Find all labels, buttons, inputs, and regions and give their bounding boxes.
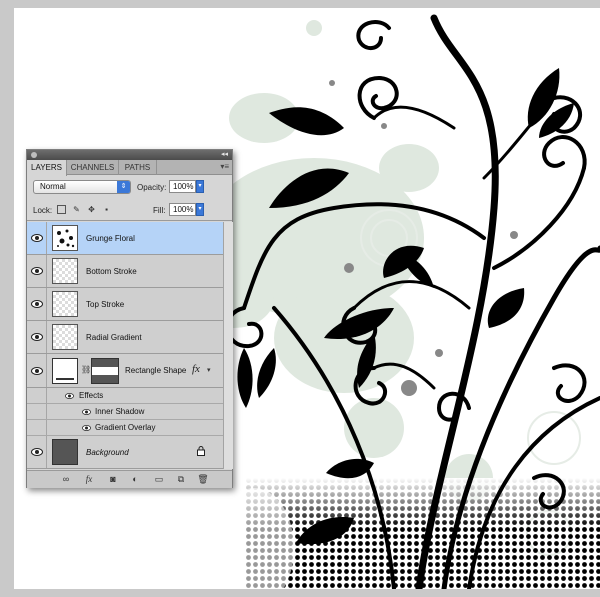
eye-icon[interactable] (31, 448, 43, 456)
group-folder-icon[interactable]: ▭ (153, 474, 165, 485)
link-icon[interactable]: ∞ (59, 474, 73, 485)
lock-all-icon[interactable]: ▪ (102, 205, 111, 214)
fill-dropdown-icon[interactable]: ▾ (196, 203, 204, 216)
layer-name: Background (86, 448, 129, 457)
layer-rectangle-shape[interactable]: ⛓ Rectangle Shape fx ▾ (27, 354, 223, 388)
effects-row[interactable]: Effects (27, 388, 223, 404)
effect-label: Gradient Overlay (95, 423, 156, 432)
eye-icon[interactable] (31, 300, 43, 308)
fill-input[interactable]: 100% (169, 203, 196, 216)
layer-grunge-floral[interactable]: Grunge Floral (27, 222, 223, 255)
panel-titlebar[interactable]: ◂◂ (27, 150, 232, 160)
shape-fill-thumbnail (52, 358, 78, 384)
panel-menu-icon[interactable]: ▾≡ (220, 162, 229, 171)
effects-label: Effects (79, 391, 104, 400)
tab-paths[interactable]: PATHS (119, 160, 157, 175)
close-icon[interactable] (31, 152, 37, 158)
lock-paint-icon[interactable]: ✎ (72, 205, 81, 214)
layers-list: Grunge Floral Bottom Stroke Top Stroke R… (27, 222, 223, 469)
chain-link-icon[interactable]: ⛓ (81, 365, 91, 374)
panel-bottom-toolbar: ∞ fx ◙ ◐ ▭ ⧉ 🗑 (27, 470, 232, 488)
vector-mask-thumbnail[interactable] (91, 358, 119, 384)
trash-icon[interactable]: 🗑 (197, 474, 209, 485)
tab-channels[interactable]: CHANNELS (67, 160, 119, 175)
opacity-label: Opacity: (137, 183, 167, 192)
eye-icon[interactable] (31, 234, 43, 242)
fx-icon[interactable]: fx (82, 474, 96, 485)
eye-icon[interactable] (31, 333, 43, 341)
opacity-dropdown-icon[interactable]: ▾ (196, 180, 204, 193)
mask-icon[interactable]: ◙ (107, 474, 119, 485)
tab-layers[interactable]: LAYERS (27, 160, 67, 176)
eye-cell (27, 420, 47, 435)
grunge-splatter (194, 20, 493, 502)
effect-label: Inner Shadow (95, 407, 145, 416)
layer-thumbnail (52, 439, 78, 465)
expand-triangle-icon[interactable]: ▾ (207, 366, 211, 374)
floral-thumb-icon (57, 229, 75, 248)
layers-panel: ◂◂ LAYERS CHANNELS PATHS ▾≡ Normal ⇕ Opa… (26, 149, 233, 488)
blend-mode-select[interactable]: Normal ⇕ (33, 180, 131, 194)
shape-icon (56, 376, 74, 380)
lock-row: Lock: ✎ ✥ ▪ Fill: 100% ▾ (27, 199, 232, 221)
eye-icon[interactable] (82, 425, 91, 431)
blend-mode-value: Normal (40, 182, 66, 191)
lock-icon (197, 446, 205, 456)
eye-icon[interactable] (65, 393, 74, 399)
opacity-input[interactable]: 100% (169, 180, 196, 193)
layer-thumbnail (52, 324, 78, 350)
fx-badge-icon[interactable]: fx (192, 363, 200, 375)
eye-cell (27, 354, 47, 387)
eye-icon[interactable] (82, 409, 91, 415)
layer-name: Rectangle Shape (125, 366, 187, 375)
effect-gradient-overlay[interactable]: Gradient Overlay (27, 420, 223, 436)
eye-cell (27, 255, 47, 287)
fill-label: Fill: (153, 206, 166, 215)
layer-top-stroke[interactable]: Top Stroke (27, 288, 223, 321)
eye-icon[interactable] (31, 367, 43, 375)
eye-icon[interactable] (31, 267, 43, 275)
effect-inner-shadow[interactable]: Inner Shadow (27, 404, 223, 420)
layer-radial-gradient[interactable]: Radial Gradient (27, 321, 223, 354)
eye-cell (27, 404, 47, 419)
mask-top-band (92, 359, 118, 367)
layer-name: Grunge Floral (86, 234, 135, 243)
lock-move-icon[interactable]: ✥ (87, 205, 96, 214)
eye-cell (27, 321, 47, 353)
layer-name: Bottom Stroke (86, 267, 137, 276)
eye-cell (27, 222, 47, 254)
layer-bottom-stroke[interactable]: Bottom Stroke (27, 255, 223, 288)
lock-label: Lock: (33, 206, 53, 215)
layer-name: Top Stroke (86, 300, 125, 309)
eye-cell (27, 436, 47, 468)
collapse-icon[interactable]: ◂◂ (221, 150, 228, 160)
eye-cell (27, 388, 47, 403)
adjustment-icon[interactable]: ◐ (129, 474, 141, 485)
panel-tabs: LAYERS CHANNELS PATHS ▾≡ (27, 160, 232, 176)
layer-thumbnail (52, 225, 78, 251)
chevron-updown-icon: ⇕ (117, 181, 130, 193)
lock-transparency-icon[interactable] (57, 205, 66, 214)
new-layer-icon[interactable]: ⧉ (175, 474, 187, 485)
layers-scrollbar[interactable] (223, 222, 233, 469)
blend-row: Normal ⇕ Opacity: 100% ▾ (27, 176, 232, 198)
layer-thumbnail (52, 258, 78, 284)
layer-background[interactable]: Background (27, 436, 223, 469)
layer-name: Radial Gradient (86, 333, 142, 342)
eye-cell (27, 288, 47, 320)
layer-thumbnail (52, 291, 78, 317)
mask-bottom-band (92, 375, 118, 383)
